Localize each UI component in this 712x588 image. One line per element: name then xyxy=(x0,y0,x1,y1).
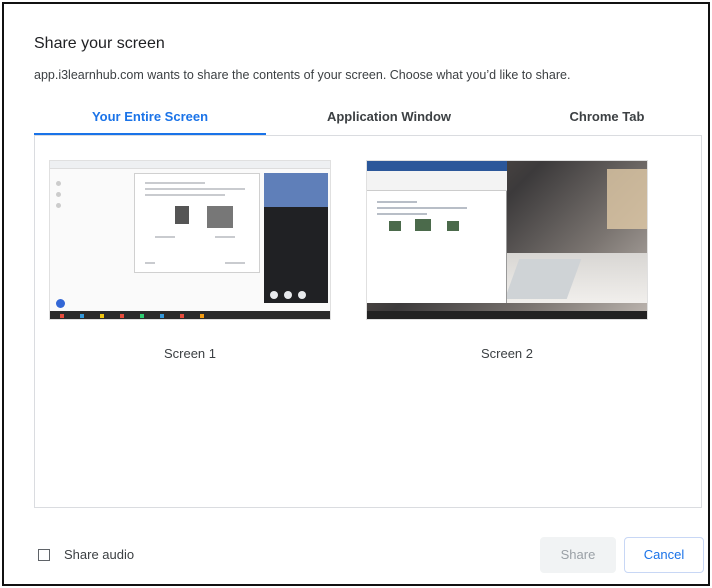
cancel-button[interactable]: Cancel xyxy=(624,537,704,573)
screen-2-thumbnail[interactable] xyxy=(366,160,648,320)
taskbar xyxy=(367,311,647,319)
screen-option-2[interactable]: Screen 2 xyxy=(366,160,648,361)
dark-panel-preview xyxy=(264,173,328,303)
screen-1-label: Screen 1 xyxy=(163,346,217,361)
wallpaper-light xyxy=(607,169,647,229)
browser-toolbar xyxy=(50,161,330,169)
source-tabs: Your Entire Screen Application Window Ch… xyxy=(34,104,702,136)
screen-list-panel: Screen 1 Screen 2 xyxy=(34,136,702,508)
document-window-preview xyxy=(367,161,507,303)
share-screen-dialog: Share your screen app.i3learnhub.com wan… xyxy=(2,2,710,586)
side-toolbar xyxy=(54,175,64,235)
screen-option-1[interactable]: Screen 1 xyxy=(49,160,331,361)
app-window-preview xyxy=(134,173,260,273)
tab-entire-screen[interactable]: Your Entire Screen xyxy=(34,104,266,134)
screen-2-label: Screen 2 xyxy=(480,346,534,361)
dialog-title: Share your screen xyxy=(34,35,165,52)
share-audio-checkbox[interactable] xyxy=(38,549,50,561)
dialog-subtitle: app.i3learnhub.com wants to share the co… xyxy=(34,68,571,82)
tab-chrome-tab[interactable]: Chrome Tab xyxy=(512,104,702,134)
share-audio-label[interactable]: Share audio xyxy=(64,547,134,562)
cursor-indicator xyxy=(56,299,65,308)
taskbar xyxy=(50,311,330,319)
share-button[interactable]: Share xyxy=(540,537,616,573)
active-tab-indicator xyxy=(34,133,266,135)
screen-1-thumbnail[interactable] xyxy=(49,160,331,320)
tab-application-window[interactable]: Application Window xyxy=(266,104,512,134)
